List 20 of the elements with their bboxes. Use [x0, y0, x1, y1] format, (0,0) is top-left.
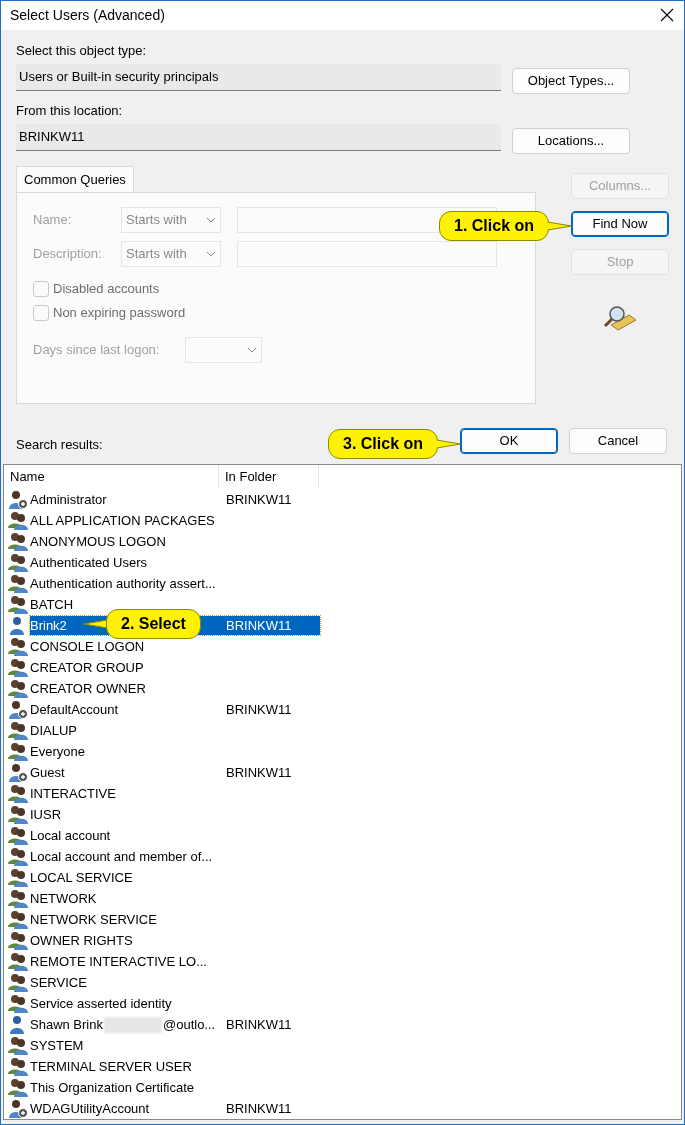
row-name-tail: @outlo... — [163, 1015, 216, 1034]
field-label: Description: — [33, 245, 103, 264]
callout-tooltip: 1. Click on — [439, 210, 573, 241]
search-results-label: Search results: — [16, 436, 103, 454]
checkbox-label: Disabled accounts — [53, 280, 160, 299]
callout-tooltip: 2. Select — [83, 608, 201, 639]
folder-cell-text: BRINKW11 — [225, 700, 293, 719]
folder-cell-text: BRINKW11 — [225, 490, 293, 509]
callout-tooltip: 3. Click on — [328, 429, 462, 459]
folder-cell-text: BRINKW11 — [225, 1015, 293, 1034]
folder-cell-text: BRINKW11 — [225, 763, 293, 782]
object-type-field: Users or Built-in security principals — [16, 63, 501, 91]
days-label: Days since last logon: — [33, 341, 161, 360]
object-type-label: Select this object type: — [16, 41, 148, 60]
window-title: Select Users (Advanced) — [10, 5, 165, 25]
checkbox-label: Non expiring password — [53, 304, 186, 323]
location-label: From this location: — [16, 101, 124, 120]
location-field: BRINKW11 — [16, 123, 501, 151]
field-label: Name: — [33, 211, 73, 230]
folder-cell-text: BRINKW11 — [225, 1099, 293, 1118]
